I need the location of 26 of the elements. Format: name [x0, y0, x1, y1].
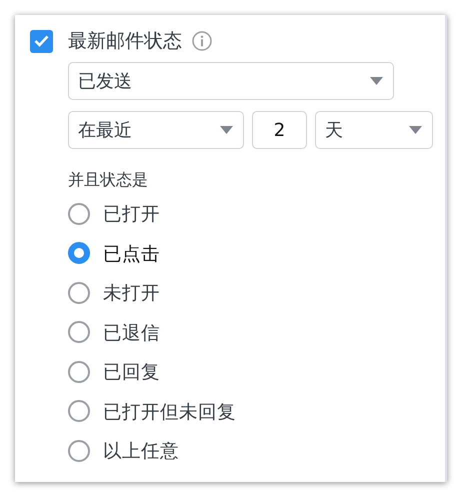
caret-icon	[370, 77, 383, 85]
radio-button[interactable]	[68, 242, 90, 264]
radio-button[interactable]	[68, 400, 90, 422]
radio-option[interactable]: 已回复	[68, 352, 160, 392]
range-dropdown[interactable]: 在最近	[68, 111, 244, 149]
radio-button[interactable]	[68, 360, 90, 383]
status-dropdown[interactable]: 已发送	[68, 62, 394, 100]
filter-title: 最新邮件状态	[68, 29, 182, 54]
radio-option[interactable]: 已退信	[68, 312, 160, 352]
count-field[interactable]: 2	[252, 111, 307, 149]
info-icon[interactable]	[192, 31, 212, 51]
unit-dropdown[interactable]: 天	[315, 111, 433, 149]
caret-icon	[409, 126, 422, 134]
radio-button[interactable]	[68, 282, 90, 304]
status-label: 并且状态是	[68, 170, 148, 191]
checkbox[interactable]	[30, 30, 53, 52]
radio-option[interactable]: 已打开但未回复	[68, 392, 236, 431]
radio-option[interactable]: 已点击	[68, 234, 160, 273]
radio-button[interactable]	[68, 440, 90, 462]
radio-button[interactable]	[68, 321, 90, 344]
check-icon	[34, 35, 49, 47]
radio-option[interactable]: 已打开	[68, 194, 160, 234]
radio-option[interactable]: 以上任意	[68, 431, 179, 470]
radio-button[interactable]	[68, 202, 90, 225]
caret-icon	[220, 126, 233, 134]
radio-option[interactable]: 未打开	[68, 273, 160, 312]
